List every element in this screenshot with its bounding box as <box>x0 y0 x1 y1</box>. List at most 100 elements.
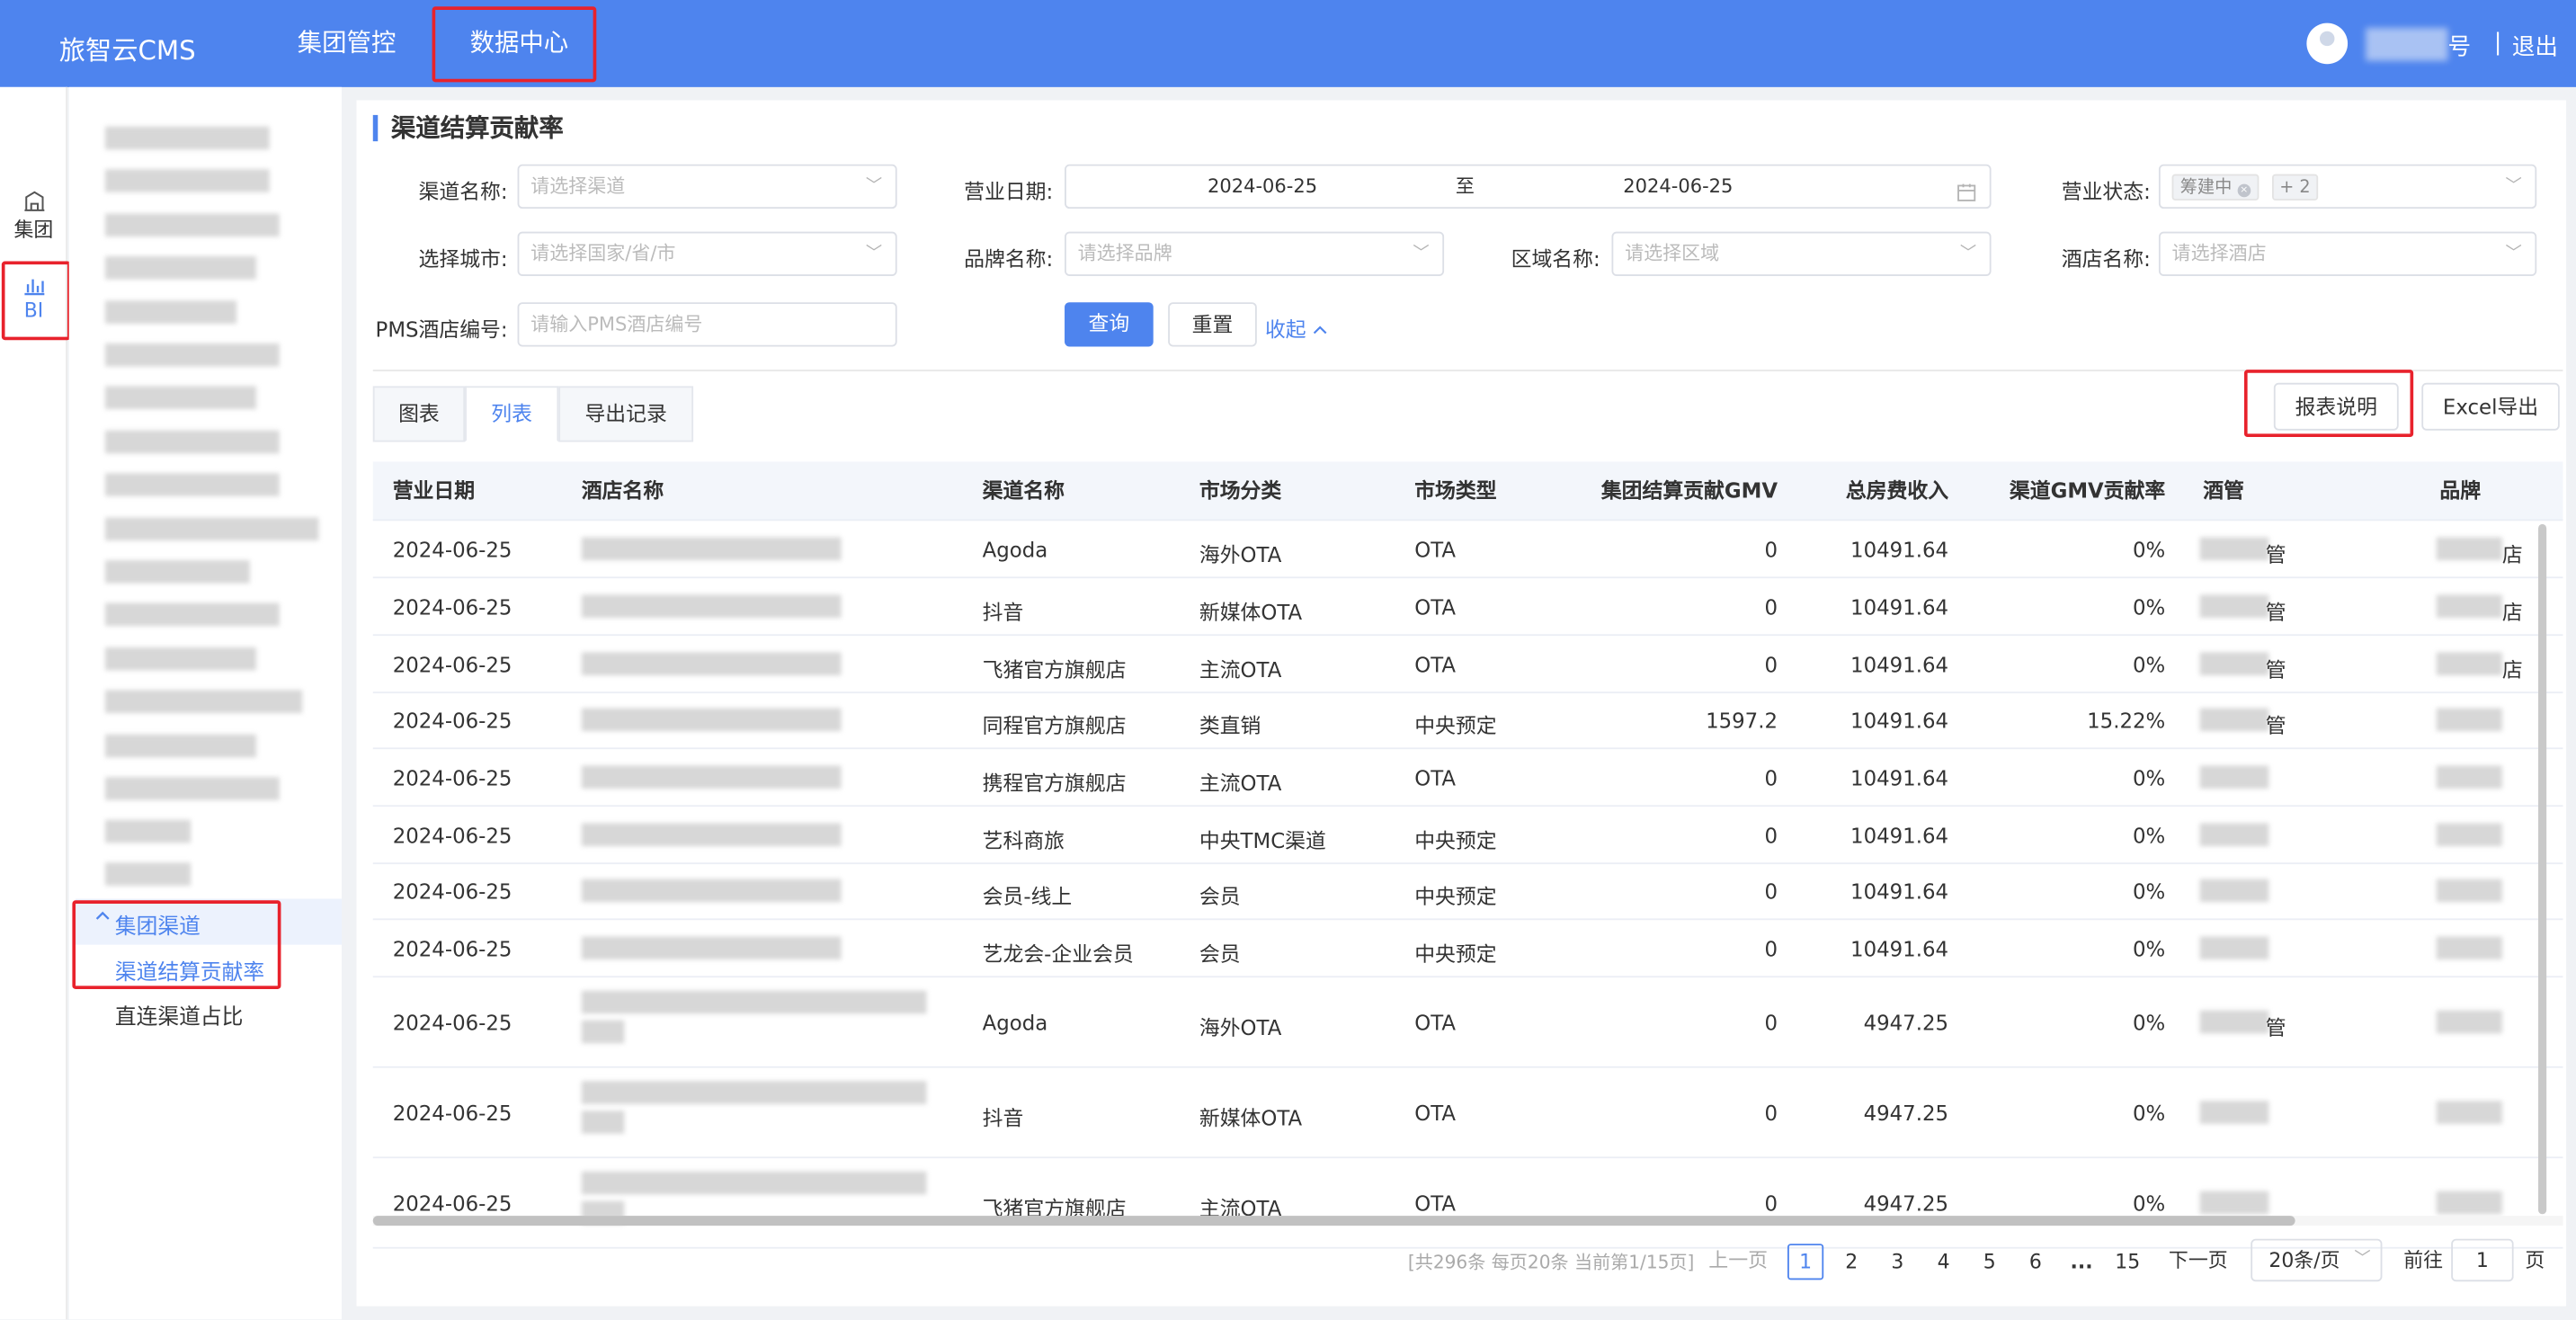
redacted-menu-item[interactable] <box>104 560 250 584</box>
redacted-menu-item[interactable] <box>104 602 280 627</box>
table-row[interactable]: 2024-06-25 同程官方旗舰店 类直销 中央预定 1597.2 10491.64 15… <box>372 693 2563 750</box>
prev-page-button[interactable]: 上一页 <box>1708 1245 1768 1273</box>
table-row[interactable]: 2024-06-25 艺龙会-企业会员 会员 中央预定 0 10491.64 0% <box>372 920 2563 978</box>
table-row[interactable]: 2024-06-25 会员-线上 会员 中央预定 0 10491.64 0% <box>372 864 2563 921</box>
status-multiselect[interactable]: 筹建中 × + 2 ﹀ <box>2158 164 2537 210</box>
redacted-menu-item[interactable] <box>104 343 280 367</box>
table-row[interactable]: 2024-06-25 Agoda 海外OTA OTA 0 10491.64 0% 管 店 <box>372 521 2563 579</box>
table-row[interactable]: 2024-06-25 抖音 新媒体OTA OTA 0 4947.25 0% <box>372 1068 2563 1159</box>
page-button-1[interactable]: 1 <box>1787 1244 1824 1280</box>
col-header-market-type[interactable]: 市场类型 <box>1414 461 1496 521</box>
tab-chart[interactable]: 图表 <box>372 386 466 442</box>
menu-item-direct-ratio[interactable]: 直连渠道占比 <box>115 999 244 1030</box>
page-button-last[interactable]: 15 <box>2109 1244 2145 1280</box>
redacted-menu-group[interactable] <box>104 819 191 843</box>
table-vertical-scrollbar[interactable] <box>2538 523 2547 1215</box>
col-header-channel[interactable]: 渠道名称 <box>983 461 1065 521</box>
col-header-gmv[interactable]: 集团结算贡献GMV <box>1583 461 1778 521</box>
menu-item-channel-contribution[interactable]: 渠道结算贡献率 <box>115 955 264 986</box>
redacted-hotel-name <box>581 765 842 789</box>
nav-group-control[interactable]: 集团管控 <box>298 0 397 87</box>
cell-date: 2024-06-25 <box>392 765 513 790</box>
channel-select[interactable]: 请选择渠道 ﹀ <box>517 164 897 210</box>
redacted-hotel-name <box>581 823 842 847</box>
rail-item-group[interactable]: 集团 <box>0 189 67 243</box>
redacted-menu-item[interactable] <box>104 169 270 192</box>
col-header-revenue[interactable]: 总房费收入 <box>1802 461 1948 521</box>
scrollbar-thumb[interactable] <box>372 1216 2295 1226</box>
reset-button[interactable]: 重置 <box>1168 302 1257 347</box>
next-page-button[interactable]: 下一页 <box>2169 1245 2228 1273</box>
tab-list[interactable]: 列表 <box>465 386 559 442</box>
redacted-brand <box>2436 936 2502 960</box>
redacted-menu-item[interactable] <box>104 734 257 758</box>
table-row[interactable]: 2024-06-25 抖音 新媒体OTA OTA 0 10491.64 0% 管 店 <box>372 578 2563 637</box>
table-horizontal-scrollbar[interactable] <box>372 1216 2563 1226</box>
module-rail: 集团 BI <box>0 86 67 1320</box>
hotel-select[interactable]: 请选择酒店 ﹀ <box>2158 231 2537 276</box>
redacted-management <box>2199 765 2269 789</box>
pms-code-input[interactable]: 请输入PMS酒店编号 <box>517 302 897 347</box>
menu-group-channel[interactable]: 集团渠道 <box>76 898 343 945</box>
date-range-picker[interactable]: 2024-06-25 至 2024-06-25 <box>1065 164 1992 210</box>
col-header-rate[interactable]: 渠道GMV贡献率 <box>1974 461 2165 521</box>
col-header-date[interactable]: 营业日期 <box>393 461 475 521</box>
page-button-5[interactable]: 5 <box>1972 1244 2008 1280</box>
brand-logo[interactable]: 旅智云CMS <box>59 28 196 67</box>
redacted-menu-item[interactable] <box>104 126 270 150</box>
redacted-menu-item[interactable] <box>104 213 280 237</box>
redacted-menu-item[interactable] <box>104 300 237 324</box>
redacted-menu-item[interactable] <box>104 777 280 800</box>
logout-link[interactable]: 退出 <box>2512 30 2558 63</box>
table-row[interactable]: 2024-06-25 携程官方旗舰店 主流OTA OTA 0 10491.64 0% <box>372 749 2563 807</box>
table-row[interactable]: 2024-06-25 飞猪官方旗舰店 主流OTA OTA 0 10491.64 0% 管 店 <box>372 636 2563 694</box>
account-label[interactable]: 号 <box>2448 30 2472 63</box>
menu-sidebar: 集团渠道 渠道结算贡献率 直连渠道占比 <box>68 86 343 1320</box>
col-header-market-category[interactable]: 市场分类 <box>1199 461 1281 521</box>
page-button-4[interactable]: 4 <box>1925 1244 1961 1280</box>
table-row[interactable]: 2024-06-25 Agoda 海外OTA OTA 0 4947.25 0% 管 <box>372 977 2563 1068</box>
redacted-menu-group[interactable] <box>104 862 191 886</box>
cell-revenue: 10491.64 <box>1850 594 1949 620</box>
redacted-menu-item[interactable] <box>104 647 257 671</box>
redacted-menu-item[interactable] <box>104 690 303 714</box>
page-size-select[interactable]: 20条/页 ﹀ <box>2251 1238 2383 1282</box>
date-start[interactable]: 2024-06-25 <box>1208 166 1317 208</box>
cell-brand-tail: 店 <box>2501 656 2523 682</box>
cell-rate: 0% <box>2132 594 2166 620</box>
redacted-menu-item[interactable] <box>104 430 280 454</box>
tab-export-records[interactable]: 导出记录 <box>558 386 694 442</box>
chevron-down-icon: ﹀ <box>1413 245 1430 263</box>
rail-item-bi[interactable]: BI <box>0 272 67 322</box>
page-button-3[interactable]: 3 <box>1879 1244 1915 1280</box>
page-ellipsis[interactable]: ... <box>2063 1244 2099 1280</box>
city-select[interactable]: 请选择国家/省/市 ﹀ <box>517 231 897 276</box>
table-row[interactable]: 2024-06-25 艺科商旅 中央TMC渠道 中央预定 0 10491.64 0% <box>372 807 2563 865</box>
query-button[interactable]: 查询 <box>1065 302 1154 347</box>
date-end[interactable]: 2024-06-25 <box>1623 166 1733 208</box>
collapse-link[interactable]: 收起 <box>1265 312 1327 343</box>
goto-page-input[interactable]: 1 <box>2451 1238 2514 1282</box>
redacted-menu-item[interactable] <box>104 256 257 280</box>
redacted-hotel-name <box>581 594 842 619</box>
col-header-hotel[interactable]: 酒店名称 <box>582 461 664 521</box>
redacted-menu-item[interactable] <box>104 473 280 496</box>
nav-data-center[interactable]: 数据中心 <box>470 0 569 87</box>
table-row[interactable]: 2024-06-25 飞猪官方旗舰店 主流OTA OTA 0 4947.25 0% <box>372 1158 2563 1249</box>
col-header-brand[interactable]: 品牌 <box>2439 461 2481 521</box>
redacted-hotel-name <box>581 1081 927 1104</box>
brand-select[interactable]: 请选择品牌 ﹀ <box>1065 231 1445 276</box>
col-header-management[interactable]: 酒管 <box>2203 461 2244 521</box>
page-button-2[interactable]: 2 <box>1833 1244 1869 1280</box>
region-select[interactable]: 请选择区域 ﹀ <box>1611 231 1992 276</box>
report-desc-button[interactable]: 报表说明 <box>2273 382 2399 431</box>
cell-revenue: 10491.64 <box>1850 823 1949 848</box>
cell-management-tail: 管 <box>2265 656 2286 682</box>
redacted-menu-item[interactable] <box>104 386 257 409</box>
cell-market-category: 海外OTA <box>1199 1015 1282 1040</box>
avatar[interactable] <box>2306 22 2349 65</box>
redacted-brand <box>2436 823 2502 847</box>
redacted-menu-item[interactable] <box>104 517 319 541</box>
excel-export-button[interactable]: Excel导出 <box>2421 382 2560 431</box>
page-button-6[interactable]: 6 <box>2018 1244 2054 1280</box>
